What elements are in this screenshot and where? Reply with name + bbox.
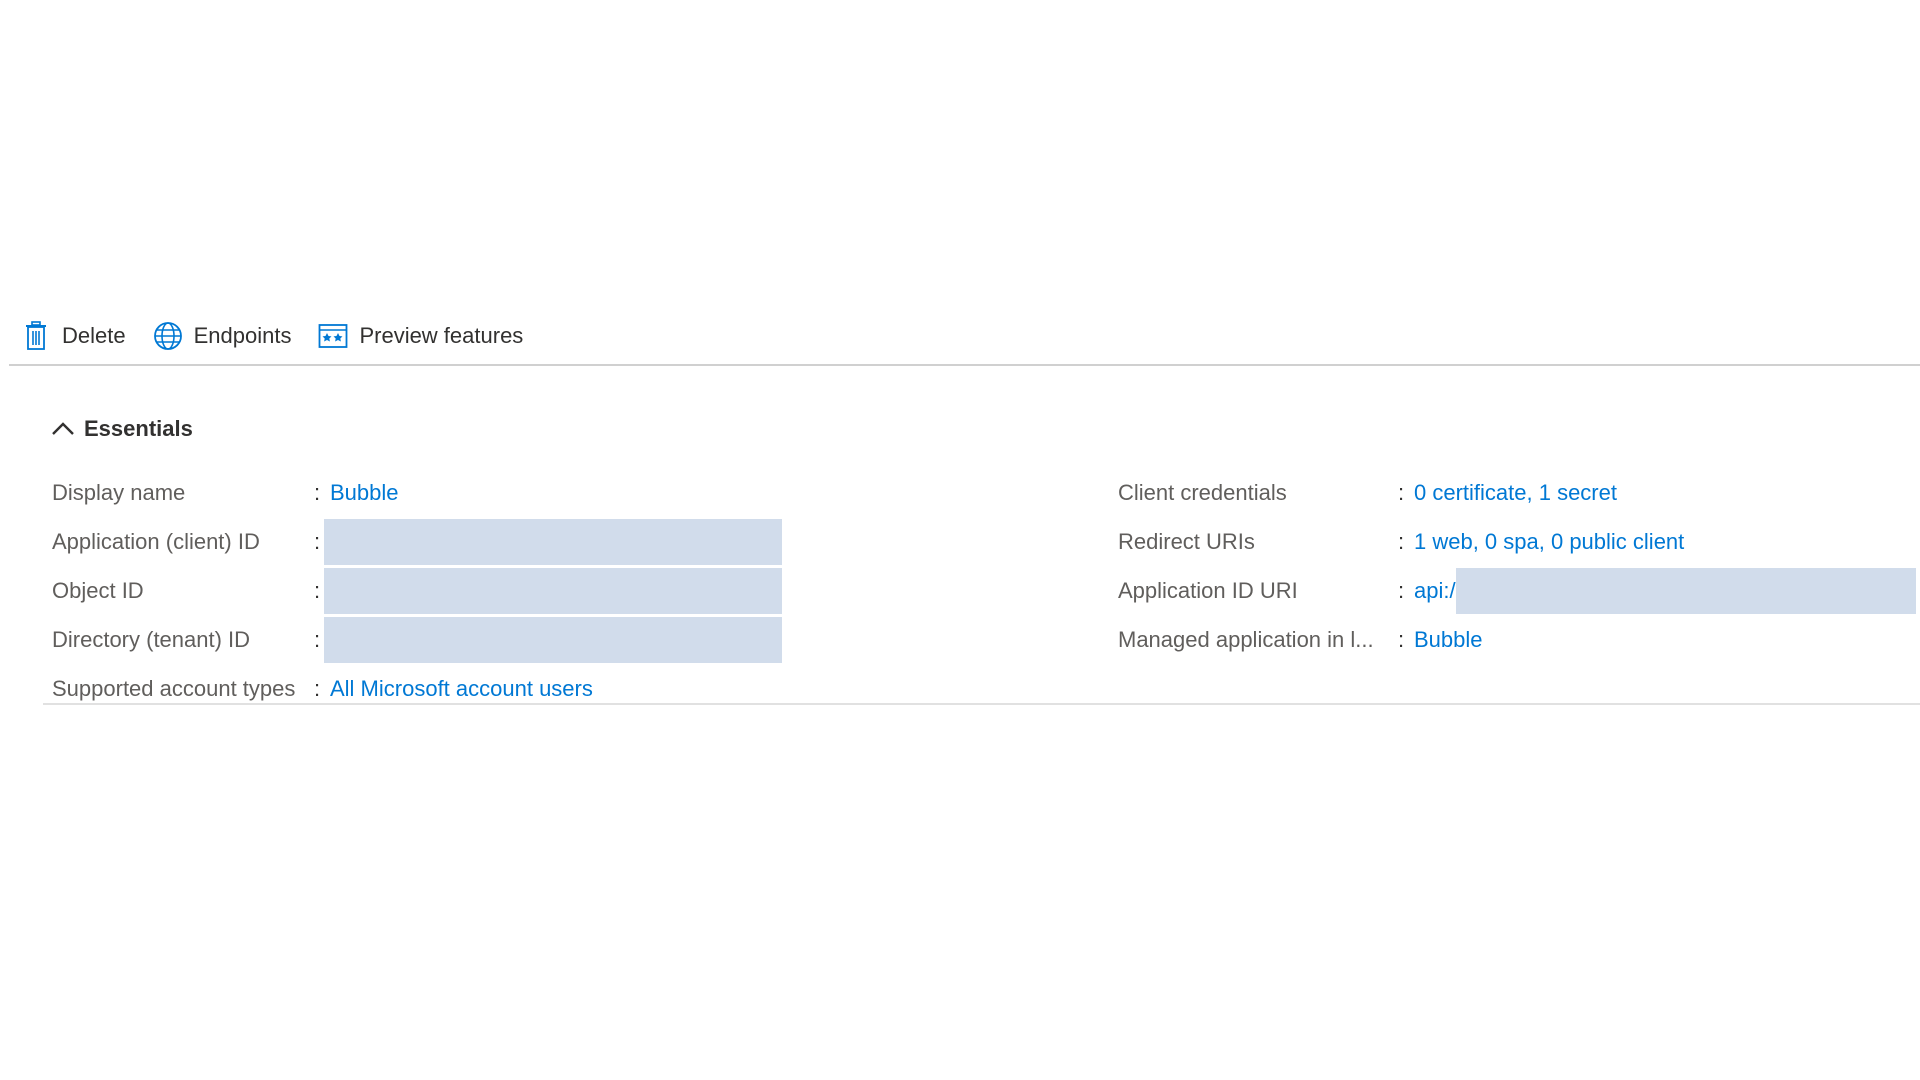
managed-application-row: Managed application in l... : Bubble bbox=[1118, 615, 1916, 664]
redirect-uris-row: Redirect URIs : 1 web, 0 spa, 0 public c… bbox=[1118, 517, 1916, 566]
tenant-id-row: Directory (tenant) ID : bbox=[52, 615, 782, 664]
client-id-row: Application (client) ID : bbox=[52, 517, 782, 566]
app-overview-page: Delete Endpoints Preview features Essent… bbox=[0, 0, 1920, 1080]
redacted-tenant-id bbox=[324, 616, 782, 663]
globe-icon bbox=[152, 320, 184, 352]
separator: : bbox=[1398, 479, 1405, 505]
separator: : bbox=[314, 577, 321, 603]
field-label: Display name bbox=[52, 479, 186, 505]
separator: : bbox=[314, 479, 321, 505]
field-label: Managed application in l... bbox=[1118, 626, 1374, 652]
preview-features-icon bbox=[317, 320, 349, 352]
client-credentials-row: Client credentials : 0 certificate, 1 se… bbox=[1118, 468, 1916, 517]
application-id-uri-link[interactable]: api:/ bbox=[1414, 578, 1456, 604]
object-id-row: Object ID : bbox=[52, 566, 782, 615]
redacted-object-id bbox=[324, 567, 782, 614]
essentials-right-column: Client credentials : 0 certificate, 1 se… bbox=[1118, 468, 1916, 664]
client-credentials-link[interactable]: 0 certificate, 1 secret bbox=[1414, 480, 1617, 506]
separator: : bbox=[1398, 528, 1405, 554]
application-id-uri-row: Application ID URI : api:/ bbox=[1118, 566, 1916, 615]
separator: : bbox=[314, 675, 321, 701]
chevron-up-icon bbox=[50, 416, 76, 442]
trash-icon bbox=[20, 320, 52, 352]
essentials-divider bbox=[43, 703, 1920, 705]
display-name-link[interactable]: Bubble bbox=[330, 480, 399, 506]
field-label: Object ID bbox=[52, 577, 144, 603]
redacted-client-id bbox=[324, 518, 782, 565]
endpoints-label: Endpoints bbox=[193, 323, 292, 348]
essentials-toggle[interactable]: Essentials bbox=[50, 412, 193, 446]
toolbar-divider bbox=[9, 364, 1920, 366]
field-label: Supported account types bbox=[52, 675, 296, 701]
separator: : bbox=[314, 626, 321, 652]
delete-label: Delete bbox=[62, 323, 126, 348]
supported-account-types-row: Supported account types : All Microsoft … bbox=[52, 664, 782, 713]
supported-account-types-link[interactable]: All Microsoft account users bbox=[330, 676, 593, 702]
essentials-title: Essentials bbox=[84, 416, 193, 441]
redirect-uris-link[interactable]: 1 web, 0 spa, 0 public client bbox=[1414, 529, 1684, 555]
field-label: Redirect URIs bbox=[1118, 528, 1255, 554]
field-label: Application ID URI bbox=[1118, 577, 1298, 603]
field-label: Application (client) ID bbox=[52, 528, 260, 554]
field-label: Client credentials bbox=[1118, 479, 1287, 505]
endpoints-button[interactable]: Endpoints bbox=[152, 312, 292, 360]
separator: : bbox=[1398, 626, 1405, 652]
redacted-application-id-uri bbox=[1455, 567, 1916, 614]
display-name-row: Display name : Bubble bbox=[52, 468, 782, 517]
essentials-left-column: Display name : Bubble Application (clien… bbox=[52, 468, 782, 713]
preview-features-button[interactable]: Preview features bbox=[317, 312, 523, 360]
delete-button[interactable]: Delete bbox=[20, 312, 126, 360]
command-bar: Delete Endpoints Preview features bbox=[20, 312, 549, 360]
field-label: Directory (tenant) ID bbox=[52, 626, 251, 652]
separator: : bbox=[1398, 577, 1405, 603]
preview-features-label: Preview features bbox=[359, 323, 524, 348]
separator: : bbox=[314, 528, 321, 554]
managed-application-link[interactable]: Bubble bbox=[1414, 627, 1483, 653]
